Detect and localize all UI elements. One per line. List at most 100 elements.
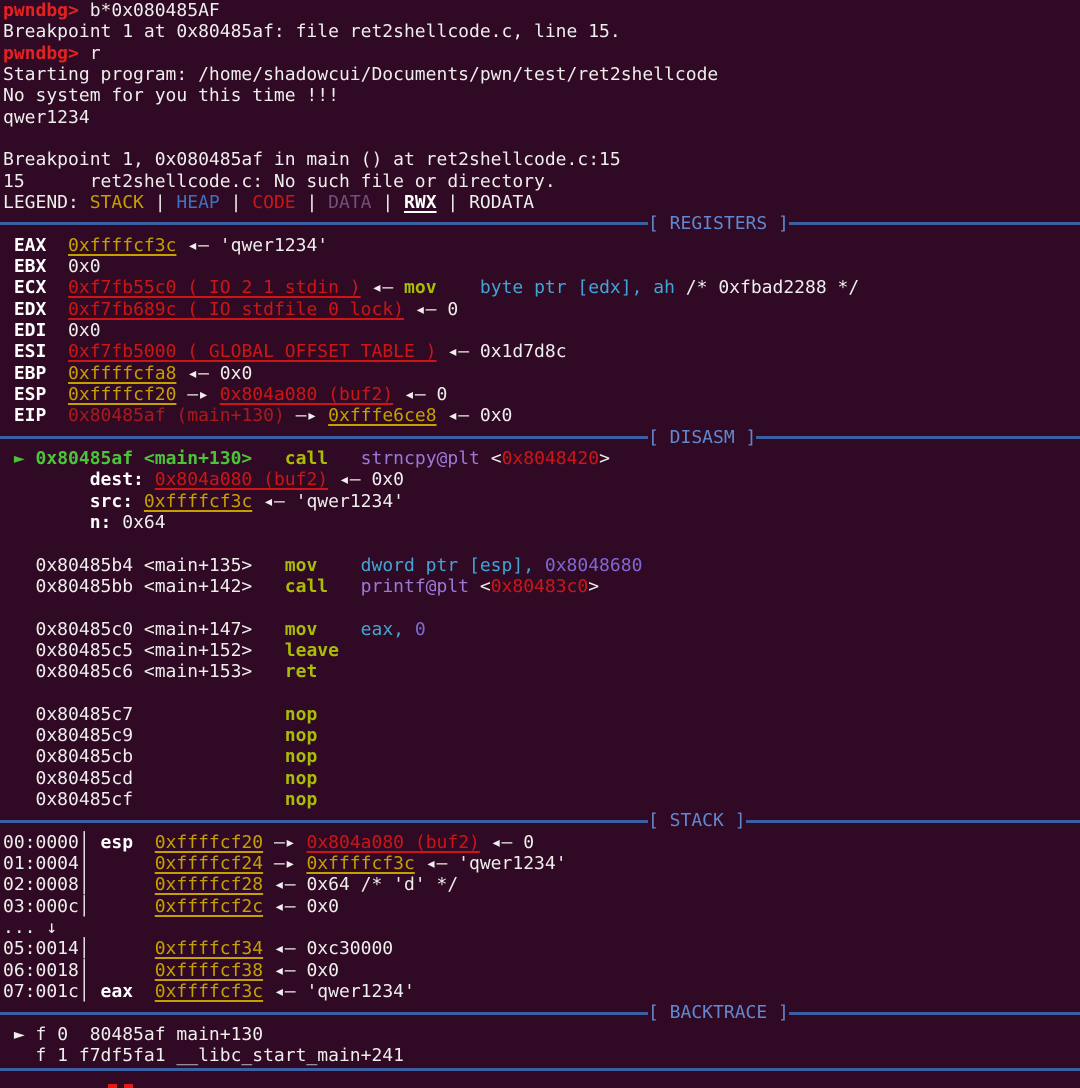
mnemonic: nop (284, 725, 318, 747)
section-rule (0, 819, 648, 823)
output-breakpoint-hit: Breakpoint 1, 0x080485af in main () at r… (3, 149, 1080, 170)
legend-rodata: RODATA (469, 191, 535, 213)
disasm-row: 0x80485cd nop (3, 768, 1080, 789)
section-header-stack: [ STACK ] (0, 810, 1080, 831)
text-segment: ◂— 0x0 (263, 895, 339, 917)
symbol-address-link: 0xf7fb55c0 (_IO_2_1_stdin_) (68, 277, 361, 299)
text-segment: ◂— 0x1d7d8c (436, 341, 567, 363)
stack-address-link: 0xffffcfa8 (68, 362, 177, 384)
text-segment: 15 ret2shellcode.c: No such file or dire… (3, 170, 556, 192)
text-segment: 0x80483c0 (490, 575, 589, 597)
text-segment: ... ↓ (3, 917, 58, 939)
register-name: ECX (13, 277, 47, 299)
section-rule (0, 435, 648, 439)
disasm-row: 0x80485c5 <main+152> leave (3, 640, 1080, 661)
mnemonic: mov (284, 618, 318, 640)
text-segment: —▸ (263, 853, 307, 875)
text-segment: 0x80485c0 <main+147> (3, 618, 285, 640)
text-segment: ◂— 0xc30000 (263, 938, 394, 960)
legend-line: LEGEND: STACK | HEAP | CODE | DATA | RWX… (3, 192, 1080, 213)
stack-row-6: 06:0018│ 0xffffcf38 ◂— 0x0 (3, 960, 1080, 981)
text-segment: ◂— 0 (404, 298, 459, 320)
symbol-address-link: 0xf7fb5000 (_GLOBAL_OFFSET_TABLE_) (68, 341, 437, 363)
text-segment: 0x80485cd (3, 767, 285, 789)
text-segment (317, 619, 360, 640)
terminal[interactable]: pwndbg> b*0x080485AF Breakpoint 1 at 0x80… (0, 0, 1080, 1088)
mnemonic: nop (284, 789, 318, 811)
register-name: EIP (13, 405, 47, 427)
stack-address-link: 0xffffcf24 (154, 853, 264, 875)
mnemonic: nop (284, 767, 318, 789)
arg-label: n: (89, 511, 112, 533)
text-segment: —▸ (284, 405, 329, 427)
text-segment (133, 981, 155, 1002)
section-rule (788, 222, 1080, 226)
register-name: EBP (13, 362, 47, 384)
register-name: ESI (13, 341, 47, 363)
command-text: b*0x080485AF (89, 0, 220, 21)
mnemonic: mov (284, 554, 318, 576)
text-segment: 0x8048420 (501, 447, 600, 469)
register-row-edi: EDI 0x0 (3, 320, 1080, 341)
text-segment (328, 448, 361, 469)
call-target: strncpy@plt (360, 447, 480, 469)
text-segment: 0x80485b4 <main+135> (3, 554, 285, 576)
code-address: 0x80485af (main+130) (68, 405, 285, 427)
text-segment: —▸ (263, 831, 307, 853)
register-name: EBX (13, 255, 47, 277)
text-segment: > (588, 575, 600, 597)
section-rule (756, 435, 1080, 439)
symbol-address-link: 0xf7fb689c (_IO_stdfile_0_lock) (68, 298, 404, 320)
backtrace-frame-1: f 1 f7df5fa1 __libc_start_main+241 (3, 1045, 1080, 1066)
text-segment (46, 363, 68, 384)
stack-address-link: 0xffffcf38 (154, 959, 264, 981)
stack-row-7: 07:001c│ eax 0xffffcf3c ◂— 'qwer1234' (3, 981, 1080, 1002)
text-segment: < (479, 447, 502, 469)
register-row-ecx: ECX 0xf7fb55c0 (_IO_2_1_stdin_) ◂— mov b… (3, 277, 1080, 298)
symbol-address-link: 0x804a080 (buf2) (154, 469, 329, 491)
stack-row-0: 00:0000│ esp 0xffffcf20 —▸ 0x804a080 (bu… (3, 832, 1080, 853)
text-segment: —▸ (176, 383, 220, 405)
section-rule (745, 819, 1080, 823)
text-segment (3, 341, 14, 362)
stack-row-2: 02:0008│ 0xffffcf28 ◂— 0x64 /* 'd' */ (3, 874, 1080, 895)
text-segment: ◂— (360, 277, 405, 299)
disasm-row: 0x80485cf nop (3, 789, 1080, 810)
stack-row-1: 01:0004│ 0xffffcf24 —▸ 0xffffcf3c ◂— 'qw… (3, 853, 1080, 874)
text-segment: 00:0000│ (3, 831, 101, 853)
pwndbg-prompt: pwndbg> (3, 42, 90, 64)
text-segment (3, 491, 90, 512)
text-segment (252, 448, 285, 469)
register-row-eip: EIP 0x80485af (main+130) —▸ 0xfffe6ce8 ◂… (3, 405, 1080, 426)
register-row-edx: EDX 0xf7fb689c (_IO_stdfile_0_lock) ◂— 0 (3, 299, 1080, 320)
text-segment (144, 469, 155, 490)
text-segment: f 1 f7df5fa1 __libc_start_main+241 (3, 1045, 404, 1067)
text-segment (3, 384, 14, 405)
section-rule (0, 1068, 1080, 1072)
disasm-row: 0x80485cb nop (3, 746, 1080, 767)
register-row-esp: ESP 0xffffcf20 —▸ 0x804a080 (buf2) ◂— 0 (3, 384, 1080, 405)
register-name: EAX (13, 234, 47, 256)
text-segment: ◂— 'qwer1234' (263, 981, 415, 1003)
text-segment (317, 555, 360, 576)
mnemonic: leave (284, 639, 339, 661)
text-segment: mov (404, 277, 437, 299)
program-output: No system for you this time !!! (3, 85, 1080, 106)
text-segment (328, 576, 361, 597)
partial-glyph (124, 1084, 133, 1088)
arg-label: dest: (89, 469, 144, 491)
text-segment (133, 491, 144, 512)
text-segment (46, 299, 68, 320)
call-target: printf@plt (360, 575, 470, 597)
text-segment (46, 405, 68, 426)
text-segment: qwer1234 (3, 106, 90, 128)
disasm-row: 0x80485c0 <main+147> mov eax, 0 (3, 619, 1080, 640)
text-segment (46, 384, 68, 405)
text-segment: 0x80485cb (3, 746, 285, 768)
stack-address-link: 0xffffcf3c (306, 853, 415, 875)
register-name: ESP (13, 383, 47, 405)
legend-stack: STACK (89, 191, 144, 213)
stack-address-link: 0xffffcf3c (68, 234, 177, 256)
